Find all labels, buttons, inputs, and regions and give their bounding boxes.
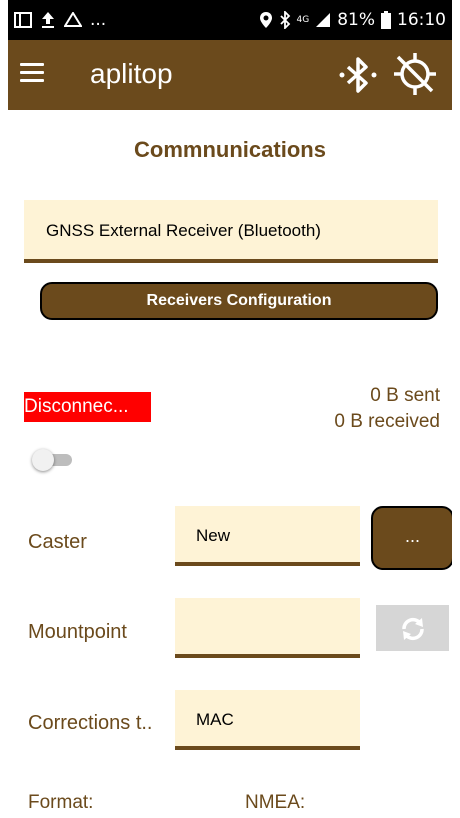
caster-more-button[interactable]: ... bbox=[371, 506, 452, 570]
toggle-thumb bbox=[32, 449, 54, 471]
status-more: ... bbox=[90, 10, 107, 30]
caster-field[interactable]: New bbox=[175, 506, 360, 566]
receivers-configuration-button[interactable]: Receivers Configuration bbox=[40, 282, 438, 320]
bytes-received: 0 B received bbox=[334, 411, 440, 432]
corrections-label: Corrections t.. bbox=[28, 712, 153, 734]
corrections-value: MAC bbox=[196, 710, 234, 729]
mountpoint-label: Mountpoint bbox=[28, 621, 127, 643]
clock: 16:10 bbox=[397, 10, 446, 30]
menu-icon[interactable] bbox=[20, 63, 44, 87]
upload-icon bbox=[42, 12, 54, 28]
bytes-sent: 0 B sent bbox=[370, 385, 440, 406]
status-bar: ... 4G 81% 16:10 bbox=[8, 0, 452, 40]
connection-status-badge: Disconnec... bbox=[24, 392, 151, 422]
gps-off-icon[interactable] bbox=[392, 51, 438, 97]
app-frame: ... 4G 81% 16:10 aplitop Commnunications… bbox=[8, 0, 452, 818]
refresh-icon bbox=[402, 617, 424, 641]
media-icon bbox=[14, 12, 32, 28]
bluetooth-icon bbox=[279, 11, 290, 29]
signal-label: 4G bbox=[296, 14, 310, 25]
battery-percent: 81% bbox=[337, 10, 375, 30]
receiver-value: GNSS External Receiver (Bluetooth) bbox=[46, 221, 321, 240]
app-bar: aplitop bbox=[8, 40, 452, 110]
mountpoint-field[interactable] bbox=[175, 598, 360, 658]
battery-icon bbox=[381, 11, 391, 29]
corrections-field[interactable]: MAC bbox=[175, 690, 360, 750]
location-pin-icon bbox=[259, 12, 272, 28]
page-title: Commnunications bbox=[134, 137, 326, 162]
caster-label: Caster bbox=[28, 531, 87, 553]
receiver-select[interactable]: GNSS External Receiver (Bluetooth) bbox=[24, 200, 438, 263]
drive-icon bbox=[64, 12, 82, 27]
caster-value: New bbox=[196, 526, 231, 545]
refresh-mountpoints-button[interactable] bbox=[376, 605, 449, 651]
nmea-label: NMEA: bbox=[245, 792, 306, 813]
signal-icon bbox=[316, 13, 331, 27]
format-label: Format: bbox=[28, 792, 94, 813]
status-right: 4G 81% 16:10 bbox=[259, 10, 446, 30]
bluetooth-off-icon[interactable] bbox=[336, 53, 380, 97]
app-title: aplitop bbox=[90, 58, 173, 89]
connection-toggle[interactable] bbox=[32, 449, 76, 471]
status-left: ... bbox=[14, 10, 106, 30]
